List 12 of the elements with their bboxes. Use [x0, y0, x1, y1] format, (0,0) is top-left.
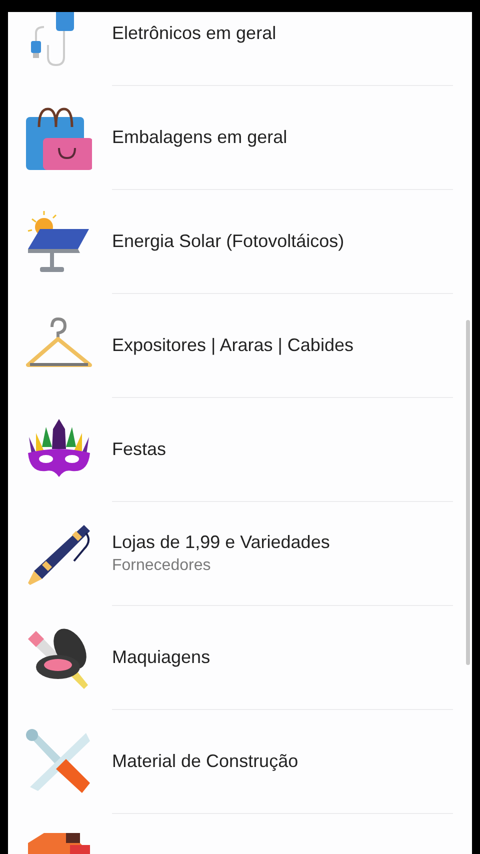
- shopping-bags-icon: [26, 105, 92, 171]
- category-item[interactable]: Festas: [112, 439, 166, 460]
- category-item[interactable]: Eletrônicos em geral: [112, 23, 276, 44]
- category-item[interactable]: Maquiagens: [112, 647, 210, 668]
- category-item[interactable]: Lojas de 1,99 e Variedades: [112, 532, 330, 553]
- category-item[interactable]: Material de Construção: [112, 751, 298, 772]
- tools-icon: [26, 729, 92, 795]
- category-subtitle: Fornecedores: [112, 557, 211, 575]
- category-item[interactable]: Energia Solar (Fotovoltáicos): [112, 231, 344, 252]
- solar-panel-icon: [26, 209, 92, 275]
- category-item[interactable]: Expositores | Araras | Cabides: [112, 335, 354, 356]
- category-item[interactable]: Embalagens em geral: [112, 127, 288, 148]
